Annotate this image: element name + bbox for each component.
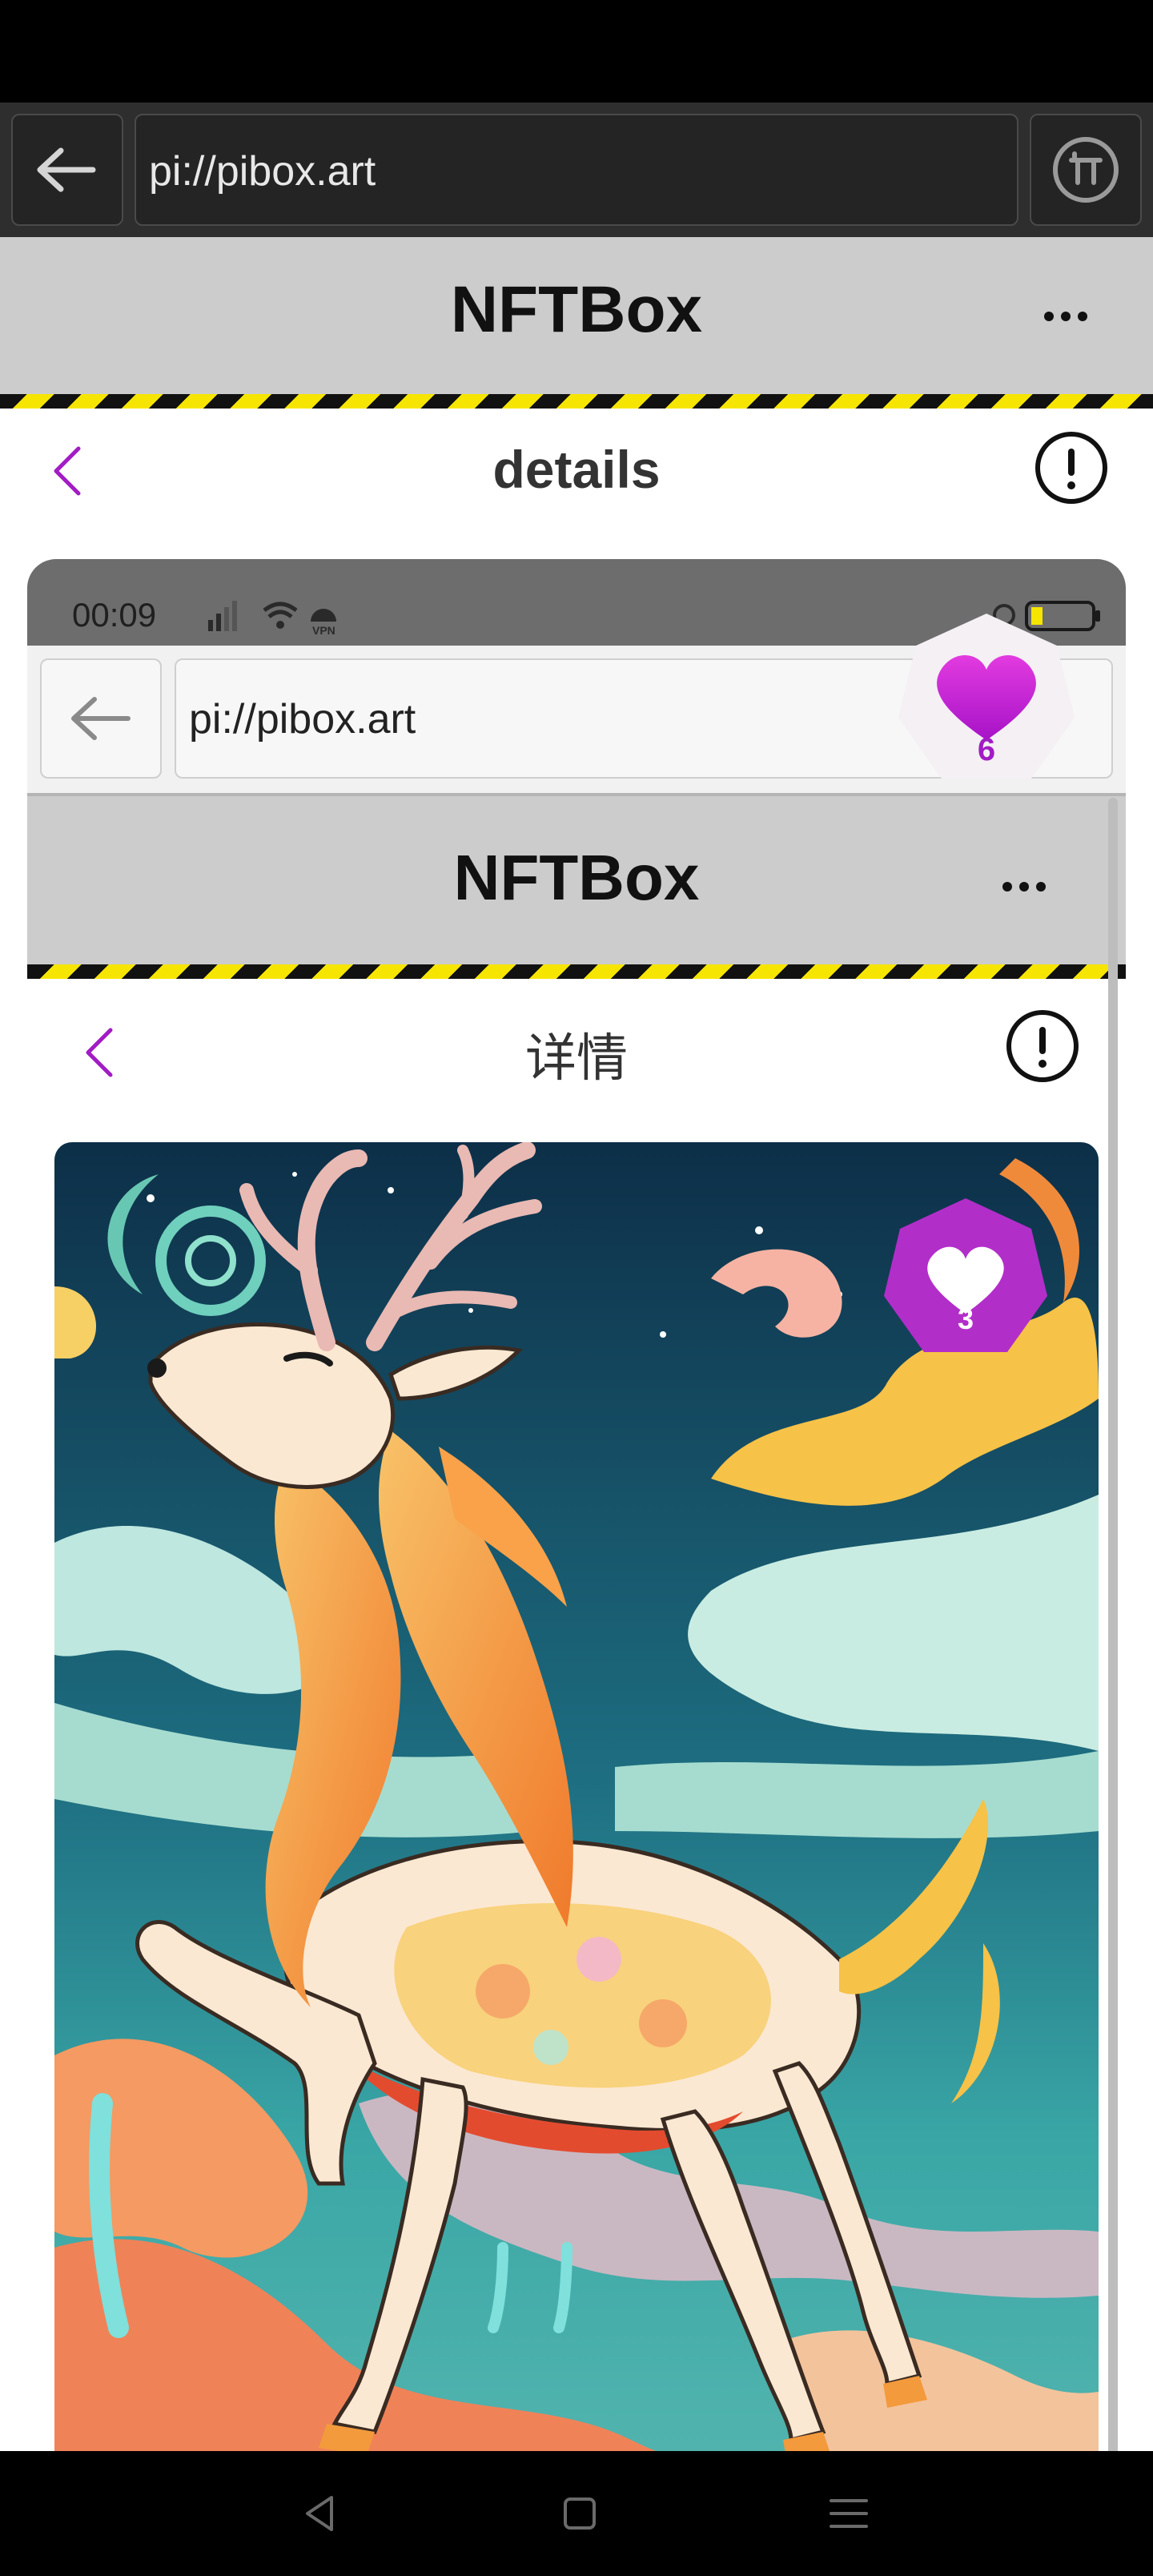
page-title: details	[492, 440, 661, 499]
more-icon[interactable]	[1038, 288, 1094, 344]
heart-icon	[884, 1198, 1047, 1352]
nav-menu-icon[interactable]	[823, 2489, 874, 2538]
info-icon[interactable]	[1033, 429, 1110, 506]
scrollbar	[1108, 798, 1118, 2576]
back-arrow-icon	[71, 697, 131, 740]
pi-logo-icon	[1053, 137, 1119, 203]
hazard-stripe	[27, 964, 1126, 979]
hazard-stripe	[0, 394, 1153, 409]
info-icon	[1006, 1010, 1079, 1082]
vpn-label: VPN	[312, 624, 335, 637]
nav-home-icon[interactable]	[557, 2491, 602, 2536]
like-count: 6	[977, 732, 996, 767]
more-icon	[1002, 882, 1046, 892]
inner-like-count: 3	[957, 1302, 974, 1335]
pi-browser-button[interactable]	[1030, 114, 1142, 226]
inner-back-button	[40, 658, 162, 779]
inner-app-title: NFTBox	[453, 842, 700, 913]
top-status-strip	[0, 0, 1153, 103]
nft-preview-frame: 00:09 VPN pi://pibox.art NFTBox 详情 3	[27, 559, 1126, 2576]
inner-status-time: 00:09	[72, 596, 157, 634]
back-arrow-icon	[37, 147, 96, 192]
signal-icon: VPN	[208, 601, 336, 637]
browser-address-bar[interactable]: pi://pibox.art	[135, 114, 1018, 226]
app-title: NFTBox	[450, 273, 703, 346]
browser-back-button[interactable]	[11, 114, 123, 226]
inner-url-text: pi://pibox.art	[189, 696, 416, 743]
inner-page-title: 详情	[525, 1029, 628, 1089]
browser-url-text: pi://pibox.art	[149, 148, 376, 195]
nav-back-icon[interactable]	[296, 2489, 344, 2538]
